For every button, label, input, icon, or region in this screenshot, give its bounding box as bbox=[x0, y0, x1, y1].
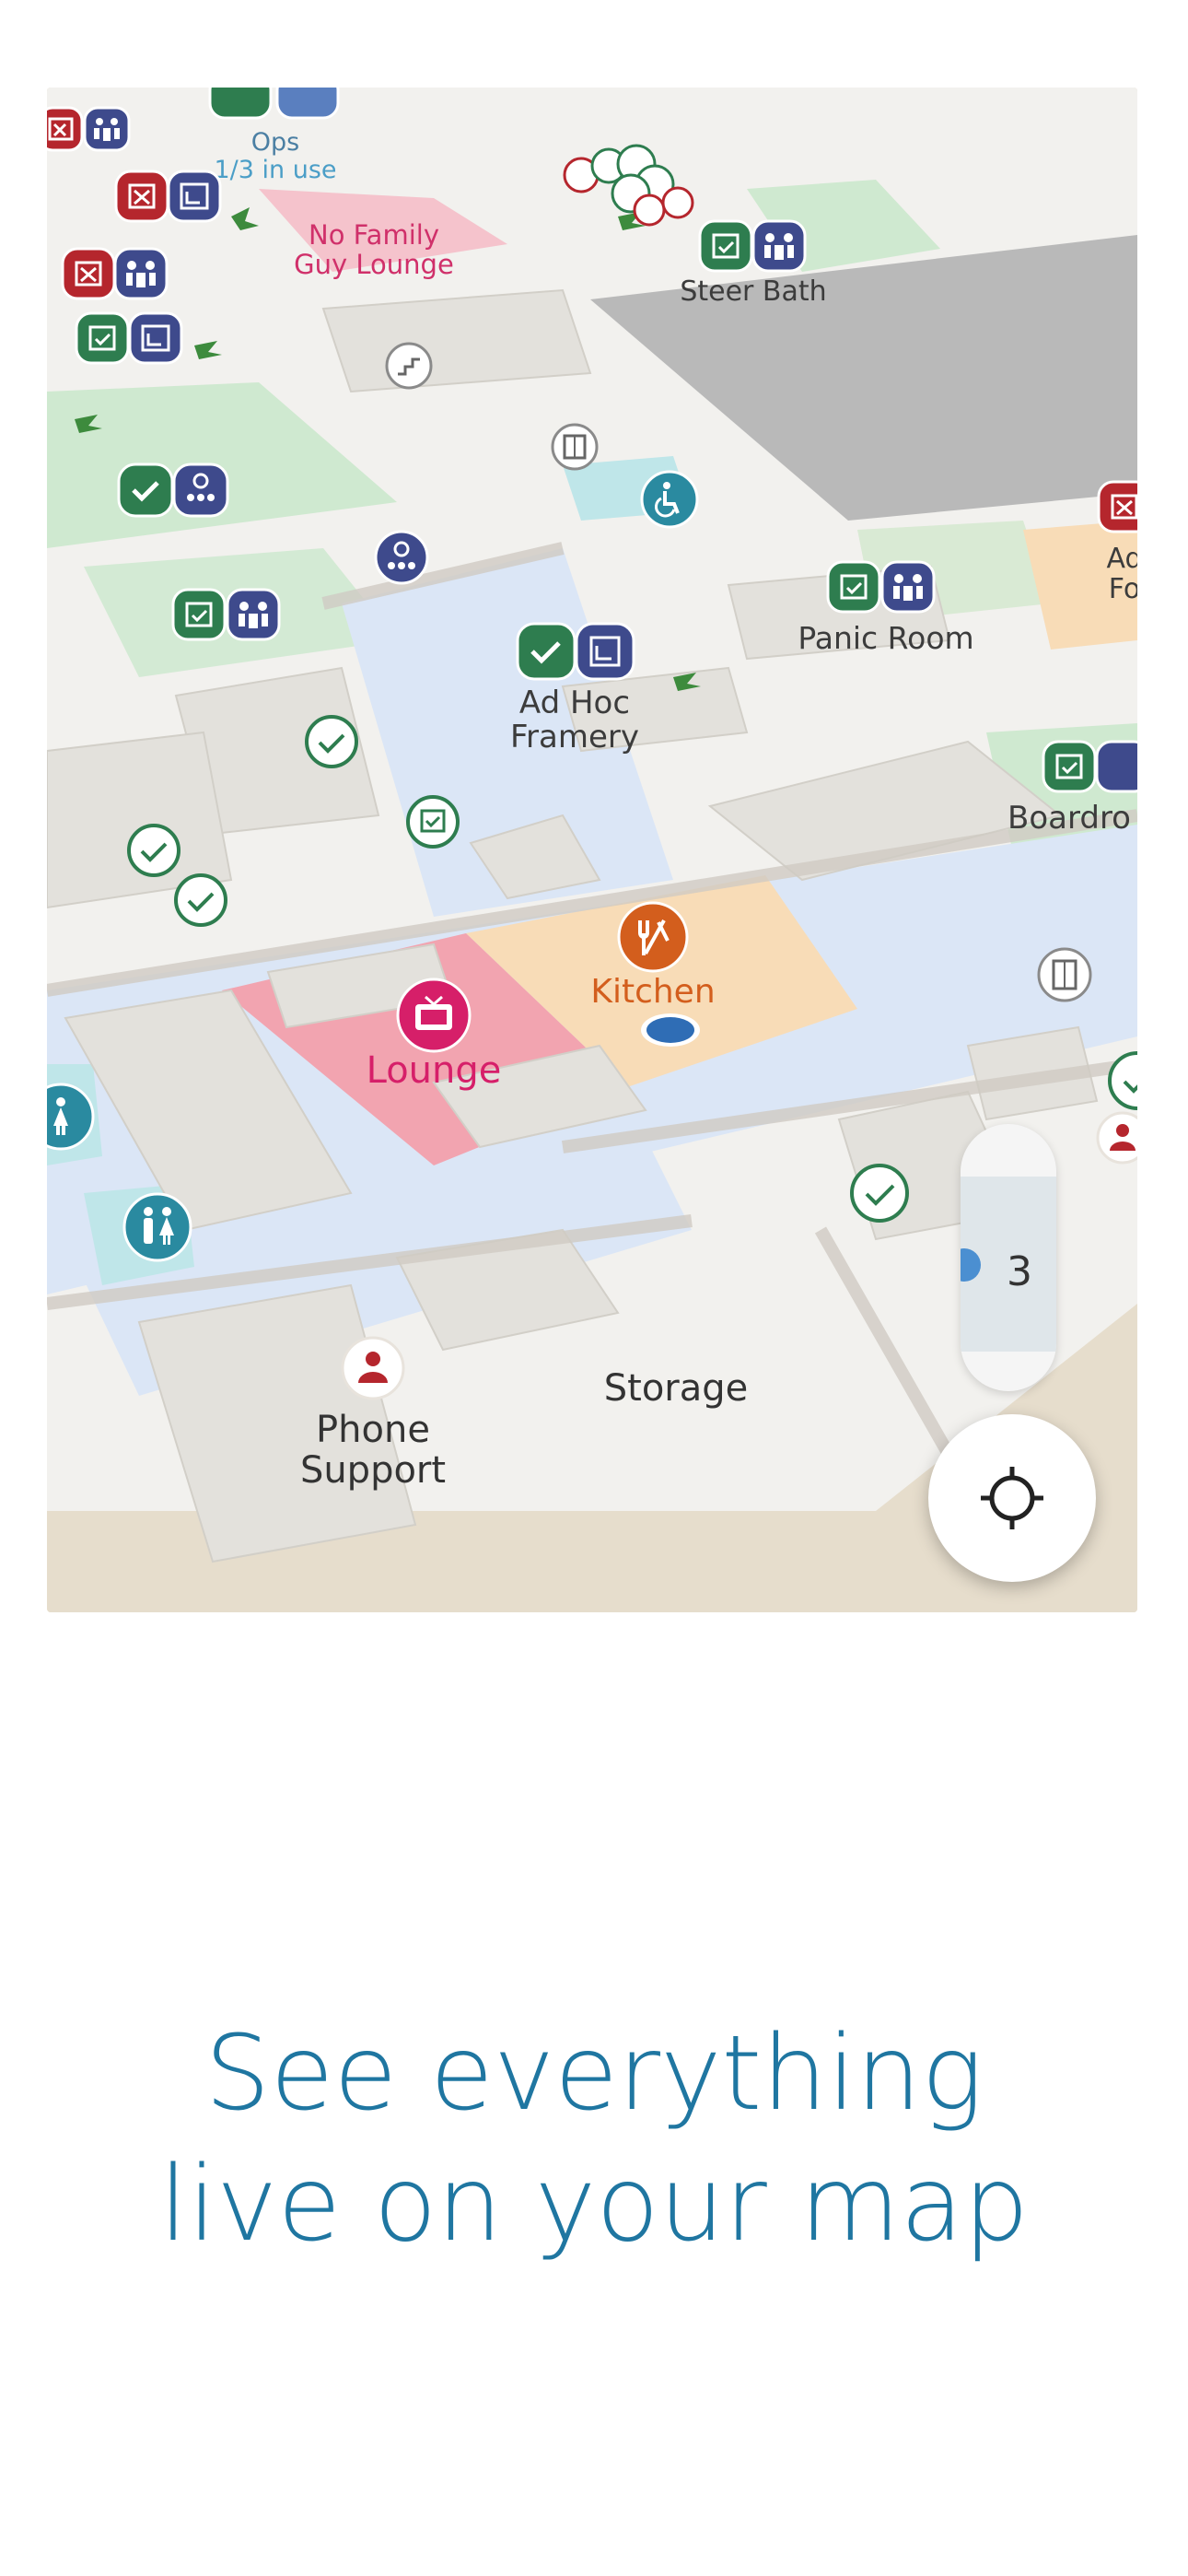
booked-calendar-icon[interactable] bbox=[1097, 480, 1137, 533]
booking-cluster-icon[interactable] bbox=[553, 138, 719, 240]
ad-partial-line1: Ad bbox=[1106, 543, 1137, 575]
storage-label: Storage bbox=[603, 1367, 749, 1410]
room-label-steer-bath[interactable]: Steer Bath bbox=[680, 276, 826, 307]
room-label-ops: Ops bbox=[251, 129, 299, 157]
calendar-available-icon[interactable] bbox=[826, 560, 881, 614]
capacity-people-icon[interactable] bbox=[880, 560, 936, 614]
room-label-no-family-guy-lounge[interactable]: No Family Guy Lounge bbox=[294, 219, 454, 280]
no-family-label-line1: No Family bbox=[309, 219, 439, 251]
phone-support-line1: Phone bbox=[316, 1409, 430, 1451]
calendar-available-icon[interactable] bbox=[698, 219, 753, 273]
booked-calendar-icon[interactable] bbox=[114, 170, 169, 223]
phone-support-line2: Support bbox=[299, 1449, 447, 1492]
desk-available-check-icon[interactable] bbox=[125, 822, 182, 879]
booked-calendar-icon[interactable] bbox=[47, 106, 84, 152]
ops-status-text: 1/3 in use bbox=[214, 156, 337, 184]
desk-available-check-icon[interactable] bbox=[303, 713, 360, 770]
room-label-phone-support[interactable]: Phone Support bbox=[300, 1410, 446, 1491]
ops-label: Ops bbox=[250, 128, 300, 157]
capacity-people-icon[interactable] bbox=[113, 247, 169, 300]
restroom-icon bbox=[122, 1191, 193, 1263]
capacity-people-icon[interactable] bbox=[83, 106, 131, 152]
room-label-kitchen[interactable]: Kitchen bbox=[590, 974, 715, 1011]
calendar-available-outline-icon[interactable] bbox=[404, 793, 461, 850]
room-label-boardroom[interactable]: Boardro bbox=[1007, 800, 1131, 837]
calendar-available-icon[interactable] bbox=[1042, 740, 1097, 793]
room-status-ops: 1/3 in use bbox=[214, 157, 336, 184]
desk-available-check-icon[interactable] bbox=[848, 1162, 911, 1224]
no-family-label-line2: Guy Lounge bbox=[294, 248, 454, 280]
calendar-available-icon[interactable] bbox=[171, 588, 227, 641]
female-toilet-icon bbox=[47, 1082, 96, 1152]
room-label-ad-hoc-framery[interactable]: Ad Hoc Framery bbox=[509, 685, 640, 756]
headline: See everything live on your map bbox=[0, 2008, 1188, 2270]
ad-partial-line2: Fo bbox=[1108, 573, 1137, 605]
room-label-ad-partial[interactable]: Ad Fo bbox=[1106, 544, 1137, 604]
locate-me-button[interactable] bbox=[928, 1414, 1096, 1582]
tv-icon bbox=[395, 977, 472, 1054]
desk-icon[interactable] bbox=[128, 311, 183, 365]
kitchen-label: Kitchen bbox=[590, 973, 716, 1011]
current-floor-number[interactable]: 3 bbox=[1007, 1248, 1032, 1295]
room-label-panic-room[interactable]: Panic Room bbox=[798, 620, 974, 656]
accessible-toilet-icon bbox=[639, 469, 700, 530]
office-map[interactable]: Ops 1/3 in use No Family Guy Lounge Stee… bbox=[47, 88, 1137, 1612]
panic-room-label: Panic Room bbox=[798, 620, 974, 656]
room-label-lounge[interactable]: Lounge bbox=[367, 1050, 502, 1091]
available-check-icon[interactable] bbox=[117, 463, 174, 518]
capacity-people-icon[interactable] bbox=[1095, 740, 1137, 793]
crosshair-icon bbox=[981, 1467, 1043, 1529]
booked-calendar-icon[interactable] bbox=[61, 247, 116, 300]
exit-door-icon bbox=[1036, 946, 1093, 1003]
desk-available-check-icon[interactable] bbox=[1106, 1049, 1137, 1112]
capacity-people-icon[interactable] bbox=[751, 219, 807, 273]
floor-plan bbox=[47, 88, 1137, 1612]
desk-icon[interactable] bbox=[575, 622, 635, 681]
capacity-people-icon[interactable] bbox=[275, 88, 340, 120]
calendar-available-icon[interactable] bbox=[75, 311, 130, 365]
available-check-icon[interactable] bbox=[516, 622, 577, 681]
stairs-icon bbox=[384, 341, 434, 391]
headline-line1: See everything bbox=[204, 2014, 984, 2134]
desk-available-check-icon[interactable] bbox=[172, 872, 229, 929]
capacity-people-icon[interactable] bbox=[226, 588, 281, 641]
my-location-marker bbox=[638, 1010, 703, 1050]
boardroom-label: Boardro bbox=[1007, 800, 1131, 837]
lounge-label: Lounge bbox=[366, 1049, 502, 1092]
kitchen-utensils-icon bbox=[616, 900, 690, 974]
room-label-storage[interactable]: Storage bbox=[604, 1368, 749, 1409]
meeting-available-icon[interactable] bbox=[208, 88, 273, 120]
presentation-icon[interactable] bbox=[373, 529, 430, 586]
ad-hoc-label-line1: Ad Hoc bbox=[518, 685, 631, 721]
floor-selector[interactable]: 3 bbox=[961, 1124, 1056, 1391]
elevator-icon bbox=[550, 422, 600, 472]
ad-hoc-label-line2: Framery bbox=[509, 719, 640, 756]
steer-bath-label: Steer Bath bbox=[680, 275, 827, 308]
desk-icon[interactable] bbox=[167, 170, 222, 223]
headline-line2: live on your map bbox=[158, 2145, 1030, 2266]
person-icon[interactable] bbox=[340, 1335, 406, 1401]
presentation-icon[interactable] bbox=[172, 463, 229, 518]
person-icon[interactable] bbox=[1095, 1110, 1137, 1165]
